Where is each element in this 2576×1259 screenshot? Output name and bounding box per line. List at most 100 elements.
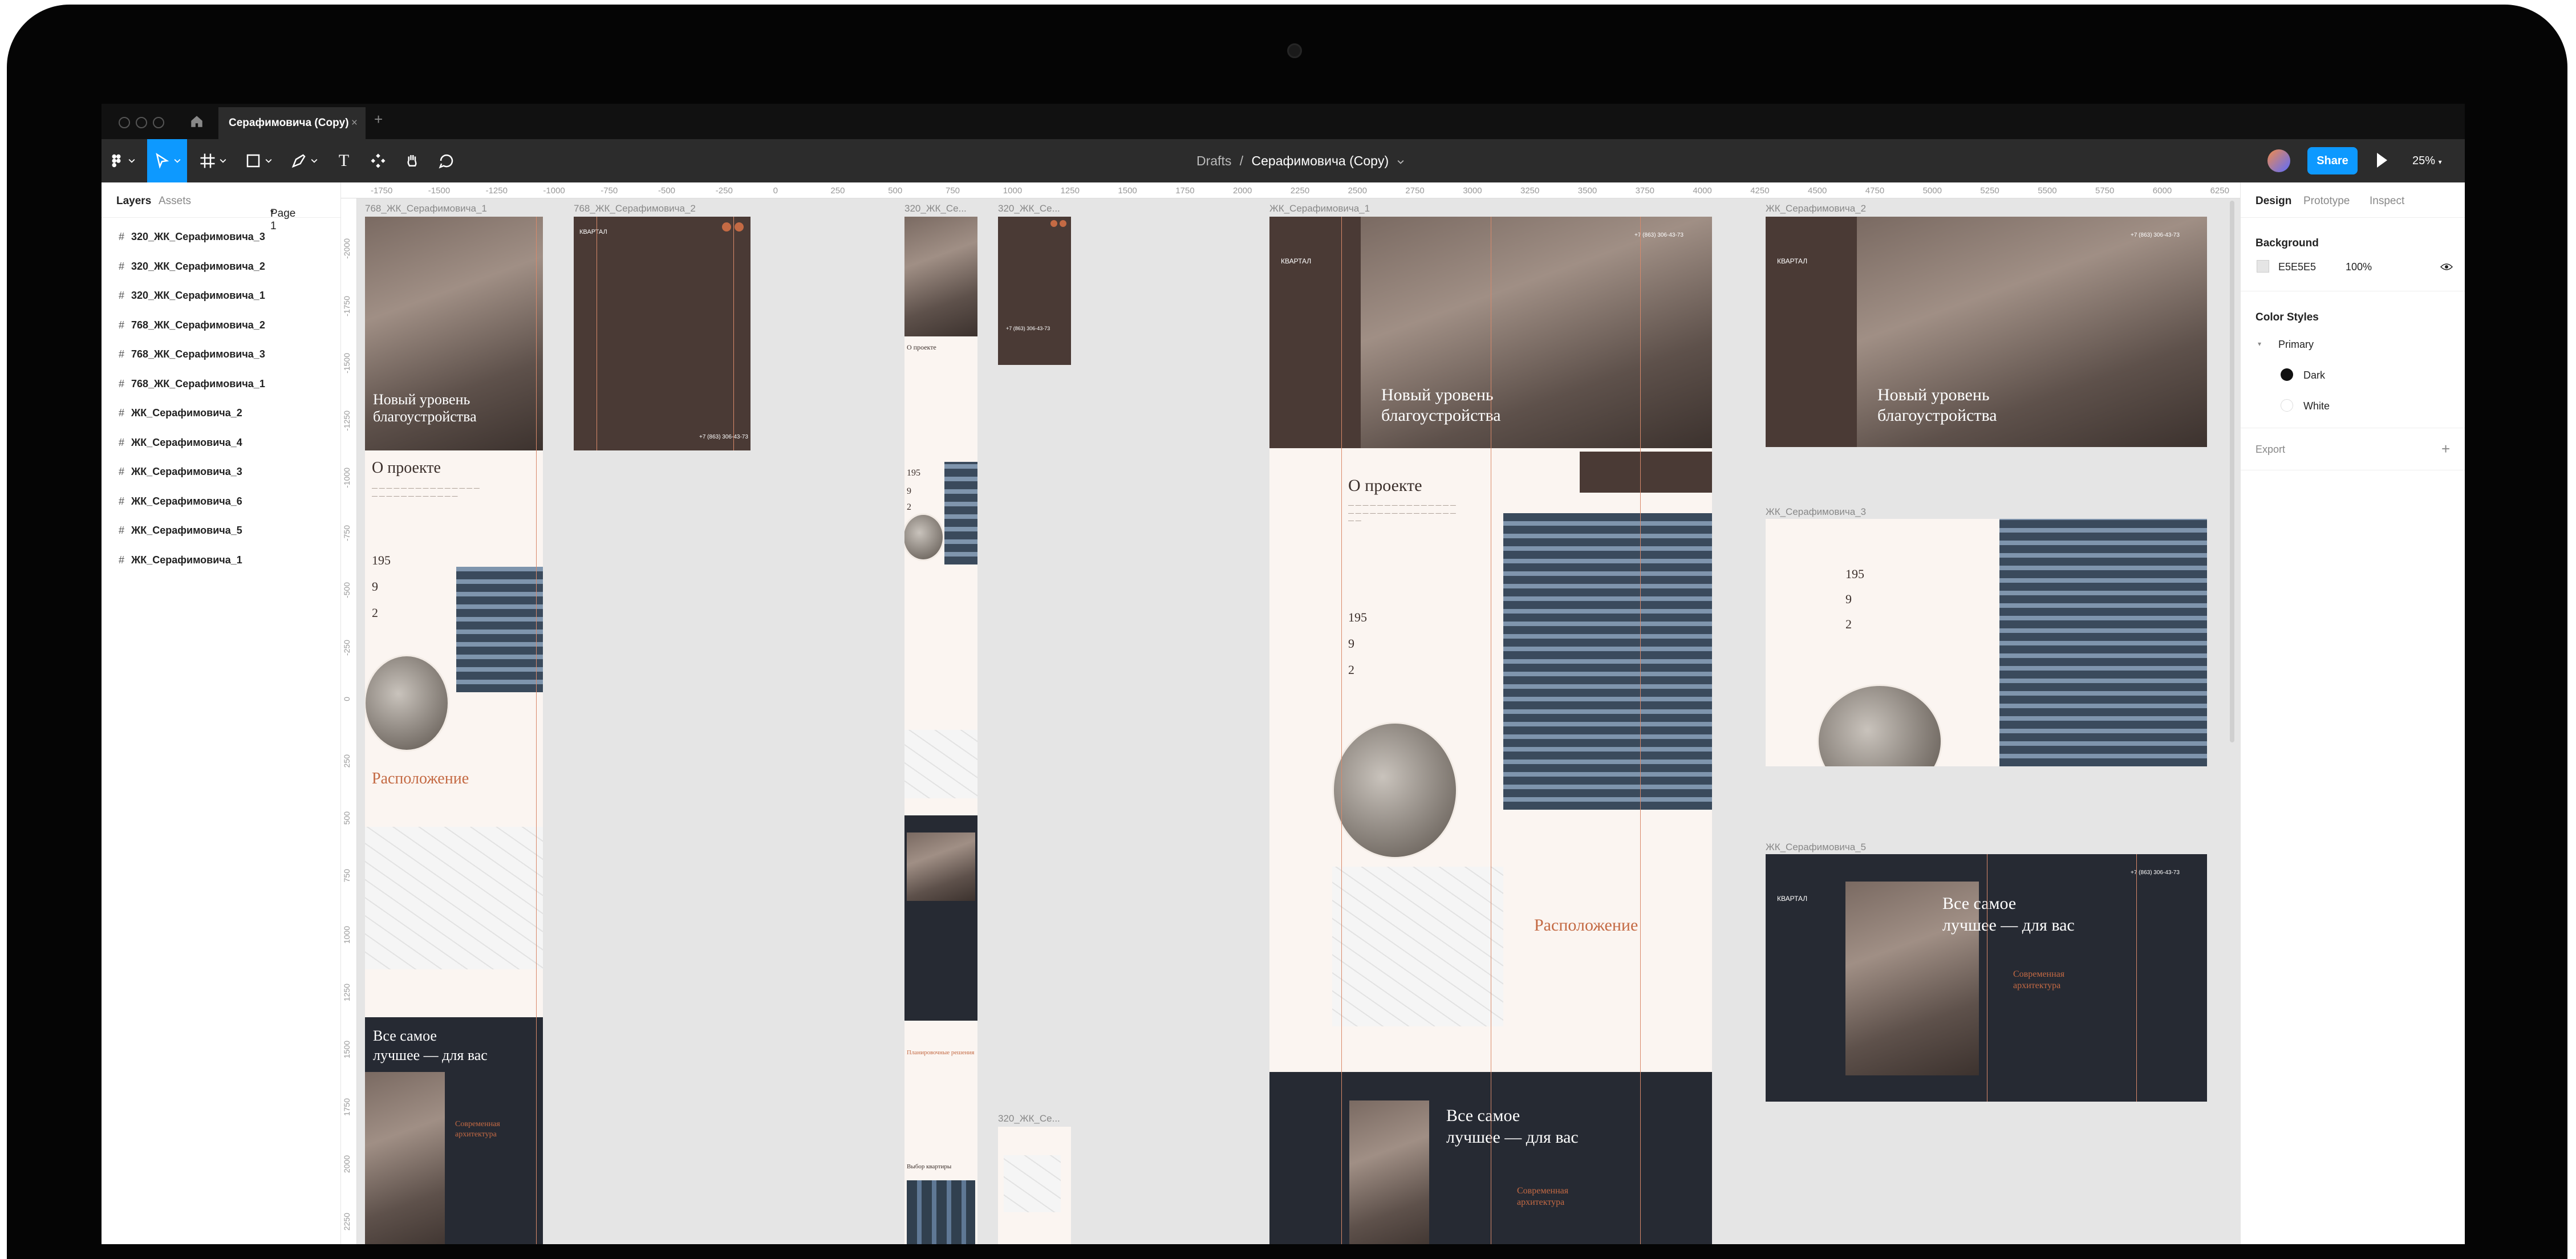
ruler-tick: 0 bbox=[342, 697, 351, 701]
frame-label[interactable]: ЖК_Серафимовича_3 bbox=[1766, 506, 1866, 518]
frame-label[interactable]: 320_ЖК_Се... bbox=[998, 1113, 1060, 1124]
layer-item[interactable]: #320_ЖК_Серафимовича_2 bbox=[119, 258, 265, 275]
background-opacity[interactable]: 100% bbox=[2346, 261, 2372, 273]
tab-layers[interactable]: Layers bbox=[116, 195, 151, 208]
layer-item[interactable]: # ЖК_Серафимовича_6 bbox=[119, 493, 242, 510]
chevron-down-icon[interactable]: ▾ bbox=[2258, 340, 2261, 348]
frame-desktop-3[interactable]: 195 9 2 bbox=[1766, 519, 2207, 766]
ruler-tick: -1500 bbox=[428, 186, 451, 196]
frame-desktop-5[interactable]: КВАРТАЛ Все самое лучшее — для вас Совре… bbox=[1766, 854, 2207, 1102]
frame-768-1[interactable]: Новый уровень благоустройства О проекте … bbox=[365, 217, 543, 1244]
close-tab-icon[interactable]: × bbox=[351, 107, 358, 139]
ruler-tick: 3000 bbox=[1463, 186, 1482, 196]
frame-label[interactable]: 320_ЖК_Се... bbox=[998, 203, 1060, 214]
layer-item[interactable]: # ЖК_Серафимовича_5 bbox=[119, 522, 242, 539]
background-hex[interactable]: E5E5E5 bbox=[2278, 261, 2316, 273]
best-title-2: лучшее — для вас bbox=[373, 1047, 488, 1063]
ruler-tick: -500 bbox=[658, 186, 676, 196]
window-minimize-control[interactable] bbox=[136, 117, 147, 128]
phone-number: +7 (863) 306-43-73 bbox=[699, 434, 748, 440]
add-tab-icon[interactable]: + bbox=[374, 111, 383, 128]
tab-design[interactable]: Design bbox=[2255, 195, 2291, 208]
comment-tool-button[interactable] bbox=[427, 139, 466, 182]
window-close-control[interactable] bbox=[119, 117, 130, 128]
frame-desktop-1[interactable]: КВАРТАЛ +7 (863) 306-43-73 Новый уровень… bbox=[1269, 217, 1712, 1244]
background-title: Background bbox=[2255, 237, 2319, 249]
frame-label[interactable]: ЖК_Серафимовича_5 bbox=[1766, 842, 1866, 853]
layer-label: ЖК_Серафимовича_4 bbox=[131, 436, 242, 448]
export-title: Export bbox=[2255, 444, 2286, 455]
home-icon[interactable] bbox=[189, 114, 204, 129]
layer-item[interactable]: # ЖК_Серафимовича_3 bbox=[119, 463, 242, 480]
tab-prototype[interactable]: Prototype bbox=[2303, 195, 2350, 208]
pen-tool-button[interactable] bbox=[284, 139, 324, 182]
style-white[interactable]: White bbox=[2303, 400, 2330, 412]
add-export-icon[interactable]: + bbox=[2441, 440, 2450, 458]
frame-desktop-2[interactable]: КВАРТАЛ +7 (863) 306-43-73 Новый уровень… bbox=[1766, 217, 2207, 447]
zoom-dropdown[interactable]: 25% ▾ bbox=[2412, 139, 2442, 182]
file-tab[interactable]: Серафимовича (Copy) × bbox=[218, 107, 366, 139]
layer-item[interactable]: #320_ЖК_Серафимовича_1 bbox=[119, 287, 265, 304]
eye-icon[interactable] bbox=[2440, 262, 2453, 271]
pen-icon bbox=[291, 154, 306, 168]
style-group-primary[interactable]: Primary bbox=[2278, 339, 2314, 351]
frame-768-2[interactable]: КВАРТАЛ +7 (863) 306-43-73 bbox=[574, 217, 751, 450]
main-menu-button[interactable] bbox=[102, 139, 141, 182]
layer-item[interactable]: # ЖК_Серафимовича_4 bbox=[119, 434, 242, 451]
layer-item[interactable]: #768_ЖК_Серафимовича_1 bbox=[119, 375, 265, 392]
ruler-tick: 2250 bbox=[342, 1212, 351, 1230]
hand-icon bbox=[407, 155, 417, 166]
file-name[interactable]: Серафимовича (Copy) bbox=[1252, 153, 1389, 168]
color-swatch-dark[interactable] bbox=[2281, 368, 2293, 381]
background-swatch[interactable] bbox=[2257, 260, 2269, 273]
frame-320-1[interactable]: О проекте 195 9 2 Планировочные решения … bbox=[904, 217, 977, 1244]
badge-icon bbox=[722, 222, 731, 232]
rectangle-icon bbox=[246, 154, 260, 168]
layer-item[interactable]: #768_ЖК_Серафимовича_2 bbox=[119, 316, 265, 334]
layer-item[interactable]: # ЖК_Серафимовича_1 bbox=[119, 551, 242, 568]
present-icon[interactable] bbox=[2377, 153, 2387, 168]
color-swatch-white[interactable] bbox=[2281, 399, 2293, 412]
chevron-down-icon[interactable] bbox=[1397, 159, 1404, 165]
canvas[interactable]: 768_ЖК_Серафимовича_1 Новый уровень благ… bbox=[357, 198, 2240, 1244]
frame-320-2[interactable]: +7 (863) 306-43-73 bbox=[998, 217, 1071, 365]
frame-label[interactable]: 768_ЖК_Серафимовича_2 bbox=[574, 203, 696, 214]
building-image bbox=[1999, 519, 2207, 766]
ruler-tick: 500 bbox=[342, 811, 351, 825]
chevron-down-icon bbox=[265, 159, 272, 163]
ruler-tick: 2250 bbox=[1290, 186, 1310, 196]
frame-tool-button[interactable] bbox=[193, 139, 233, 182]
move-tool-button[interactable] bbox=[147, 139, 187, 182]
tab-inspect[interactable]: Inspect bbox=[2370, 195, 2404, 208]
ruler-tick: -2000 bbox=[342, 238, 351, 259]
frame-label[interactable]: 320_ЖК_Се... bbox=[904, 203, 967, 214]
layer-label: 320_ЖК_Серафимовича_1 bbox=[131, 290, 265, 301]
shape-tool-button[interactable] bbox=[238, 139, 278, 182]
contact-bar bbox=[1580, 452, 1712, 493]
ruler-tick: 5250 bbox=[1980, 186, 1999, 196]
layer-item[interactable]: #768_ЖК_Серафимовича_3 bbox=[119, 346, 265, 363]
layer-item[interactable]: # ЖК_Серафимовича_2 bbox=[119, 404, 242, 421]
ruler-tick: -1750 bbox=[371, 186, 393, 196]
ruler-tick: 4000 bbox=[1693, 186, 1712, 196]
ruler-tick: -1250 bbox=[342, 410, 351, 431]
window-zoom-control[interactable] bbox=[153, 117, 164, 128]
share-button[interactable]: Share bbox=[2307, 147, 2358, 174]
file-tab-title: Серафимовича (Copy) bbox=[229, 117, 349, 129]
layer-item[interactable]: #320_ЖК_Серафимовича_3 bbox=[119, 228, 265, 245]
vertical-scrollbar[interactable] bbox=[2230, 201, 2234, 742]
tab-bar: Серафимовича (Copy) × + bbox=[102, 104, 2465, 139]
style-dark[interactable]: Dark bbox=[2303, 369, 2325, 381]
map-image bbox=[1332, 867, 1503, 1026]
frame-320-3[interactable] bbox=[998, 1127, 1071, 1244]
about-text: — — — — — — — — — — — — — — — — — — — — … bbox=[1348, 502, 1456, 524]
plan-choice-heading: Выбор квартиры bbox=[907, 1163, 952, 1170]
frame-label[interactable]: 768_ЖК_Серафимовича_1 bbox=[365, 203, 487, 214]
tab-assets[interactable]: Assets bbox=[159, 195, 191, 208]
ruler-tick: 250 bbox=[830, 186, 845, 196]
frame-label[interactable]: ЖК_Серафимовича_2 bbox=[1766, 203, 1866, 214]
frame-label[interactable]: ЖК_Серафимовича_1 bbox=[1269, 203, 1370, 214]
breadcrumb-drafts[interactable]: Drafts bbox=[1196, 153, 1231, 168]
properties-panel: Design Prototype Inspect Background E5E5… bbox=[2240, 182, 2465, 1244]
avatar[interactable] bbox=[2267, 149, 2290, 172]
